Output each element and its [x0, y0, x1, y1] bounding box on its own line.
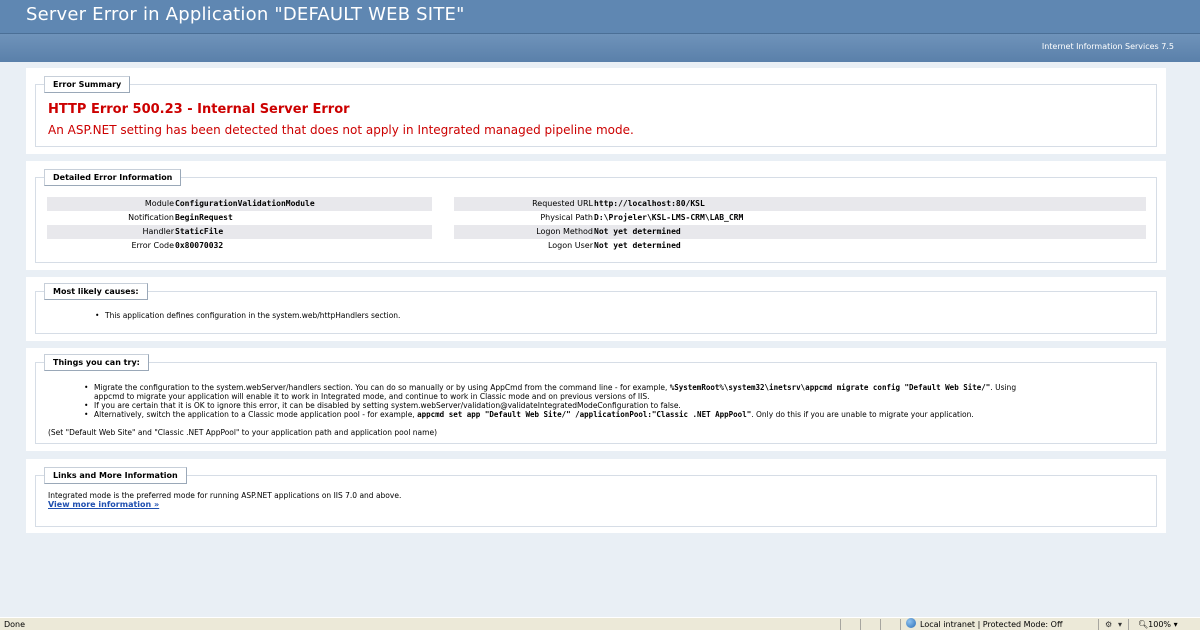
detail-value: D:\Projeler\KSL-LMS-CRM\LAB_CRM [594, 213, 744, 222]
links-panel: Links and More Information Integrated mo… [26, 459, 1166, 533]
error-title: HTTP Error 500.23 - Internal Server Erro… [48, 102, 350, 117]
detail-table-right: Requested URL http://localhost:80/KSL Ph… [454, 197, 1146, 253]
status-divider [860, 619, 861, 630]
detailed-error-panel: Detailed Error Information Module Config… [26, 161, 1166, 270]
protected-mode-icon[interactable]: ⚙ [1105, 618, 1112, 630]
detail-label: Requested URL [532, 199, 593, 208]
page-title: Server Error in Application "DEFAULT WEB… [26, 4, 465, 25]
try-command: appcmd set app "Default Web Site/" /appl… [417, 410, 752, 419]
status-divider [880, 619, 881, 630]
chevron-down-icon: ▾ [1171, 620, 1178, 629]
try-note: (Set "Default Web Site" and "Classic .NE… [48, 428, 438, 437]
error-summary-panel: Error Summary HTTP Error 500.23 - Intern… [26, 68, 1166, 154]
causes-panel: Most likely causes: This application def… [26, 277, 1166, 341]
detail-label: Module [144, 199, 174, 208]
security-zone[interactable]: Local intranet | Protected Mode: Off [906, 618, 1062, 630]
list-item: If you are certain that it is OK to igno… [84, 401, 681, 410]
try-command: %SystemRoot%\system32\inetsrv\appcmd mig… [669, 383, 991, 392]
links-fieldset: Links and More Information Integrated mo… [35, 467, 1157, 527]
detail-label: Logon User [547, 241, 593, 250]
links-legend: Links and More Information [44, 467, 187, 484]
error-summary-fieldset: Error Summary HTTP Error 500.23 - Intern… [35, 76, 1157, 147]
detail-value: StaticFile [175, 227, 224, 236]
causes-legend: Most likely causes: [44, 283, 148, 300]
detail-row: Logon User Not yet determined [454, 239, 1146, 253]
detail-value: BeginRequest [175, 213, 233, 222]
magnifier-icon: 🔍︎ [1138, 620, 1149, 629]
security-zone-label: Local intranet | Protected Mode: Off [920, 620, 1063, 629]
detail-label: Physical Path [540, 213, 593, 222]
detail-row: Notification BeginRequest [47, 211, 432, 225]
detail-row: Requested URL http://localhost:80/KSL [454, 197, 1146, 211]
try-text: . Using [990, 383, 1017, 392]
detail-label: Notification [128, 213, 174, 222]
detail-label: Logon Method [536, 227, 593, 236]
try-text: Migrate the configuration to the system.… [94, 383, 670, 392]
status-divider [840, 619, 841, 630]
status-text: Done [4, 620, 26, 629]
status-bar: Done Local intranet | Protected Mode: Of… [0, 617, 1200, 630]
list-item: Alternatively, switch the application to… [84, 410, 974, 419]
chevron-down-icon[interactable]: ▾ [1118, 618, 1122, 630]
status-divider [900, 619, 901, 630]
try-fieldset: Things you can try: Migrate the configur… [35, 354, 1157, 444]
try-text: Alternatively, switch the application to… [94, 410, 418, 419]
detail-label: Handler [142, 227, 175, 236]
detail-row: Physical Path D:\Projeler\KSL-LMS-CRM\LA… [454, 211, 1146, 225]
list-item: Migrate the configuration to the system.… [84, 383, 1017, 392]
detailed-error-fieldset: Detailed Error Information Module Config… [35, 169, 1157, 263]
zoom-control[interactable]: 🔍︎100% ▾ [1138, 618, 1178, 630]
links-text: Integrated mode is the preferred mode fo… [48, 491, 402, 500]
try-legend: Things you can try: [44, 354, 149, 371]
page-subheader: Internet Information Services 7.5 [0, 34, 1200, 62]
error-summary-legend: Error Summary [44, 76, 131, 93]
detailed-error-legend: Detailed Error Information [44, 169, 182, 186]
try-text-continued: appcmd to migrate your application will … [94, 392, 650, 401]
detail-value: Not yet determined [594, 227, 681, 236]
product-name: Internet Information Services 7.5 [1041, 42, 1174, 51]
detail-value: http://localhost:80/KSL [594, 199, 705, 208]
detail-label: Error Code [131, 241, 174, 250]
error-description: An ASP.NET setting has been detected tha… [48, 123, 634, 137]
try-panel: Things you can try: Migrate the configur… [26, 348, 1166, 451]
try-text: . Only do this if you are unable to migr… [751, 410, 974, 419]
detail-row: Handler StaticFile [47, 225, 432, 239]
detail-value: Not yet determined [594, 241, 681, 250]
status-divider [1128, 619, 1129, 630]
view-more-link[interactable]: View more information » [48, 500, 159, 509]
detail-value: ConfigurationValidationModule [175, 199, 315, 208]
page-header: Server Error in Application "DEFAULT WEB… [0, 0, 1200, 34]
detail-row: Error Code 0x80070032 [47, 239, 432, 253]
detail-row: Logon Method Not yet determined [454, 225, 1146, 239]
causes-fieldset: Most likely causes: This application def… [35, 283, 1157, 334]
list-item: This application defines configuration i… [95, 311, 400, 320]
detail-row: Module ConfigurationValidationModule [47, 197, 432, 211]
detail-table-left: Module ConfigurationValidationModule Not… [47, 197, 432, 253]
detail-value: 0x80070032 [175, 241, 224, 250]
status-divider [1098, 619, 1099, 630]
globe-icon [906, 618, 916, 628]
zoom-level: 100% [1148, 620, 1172, 629]
